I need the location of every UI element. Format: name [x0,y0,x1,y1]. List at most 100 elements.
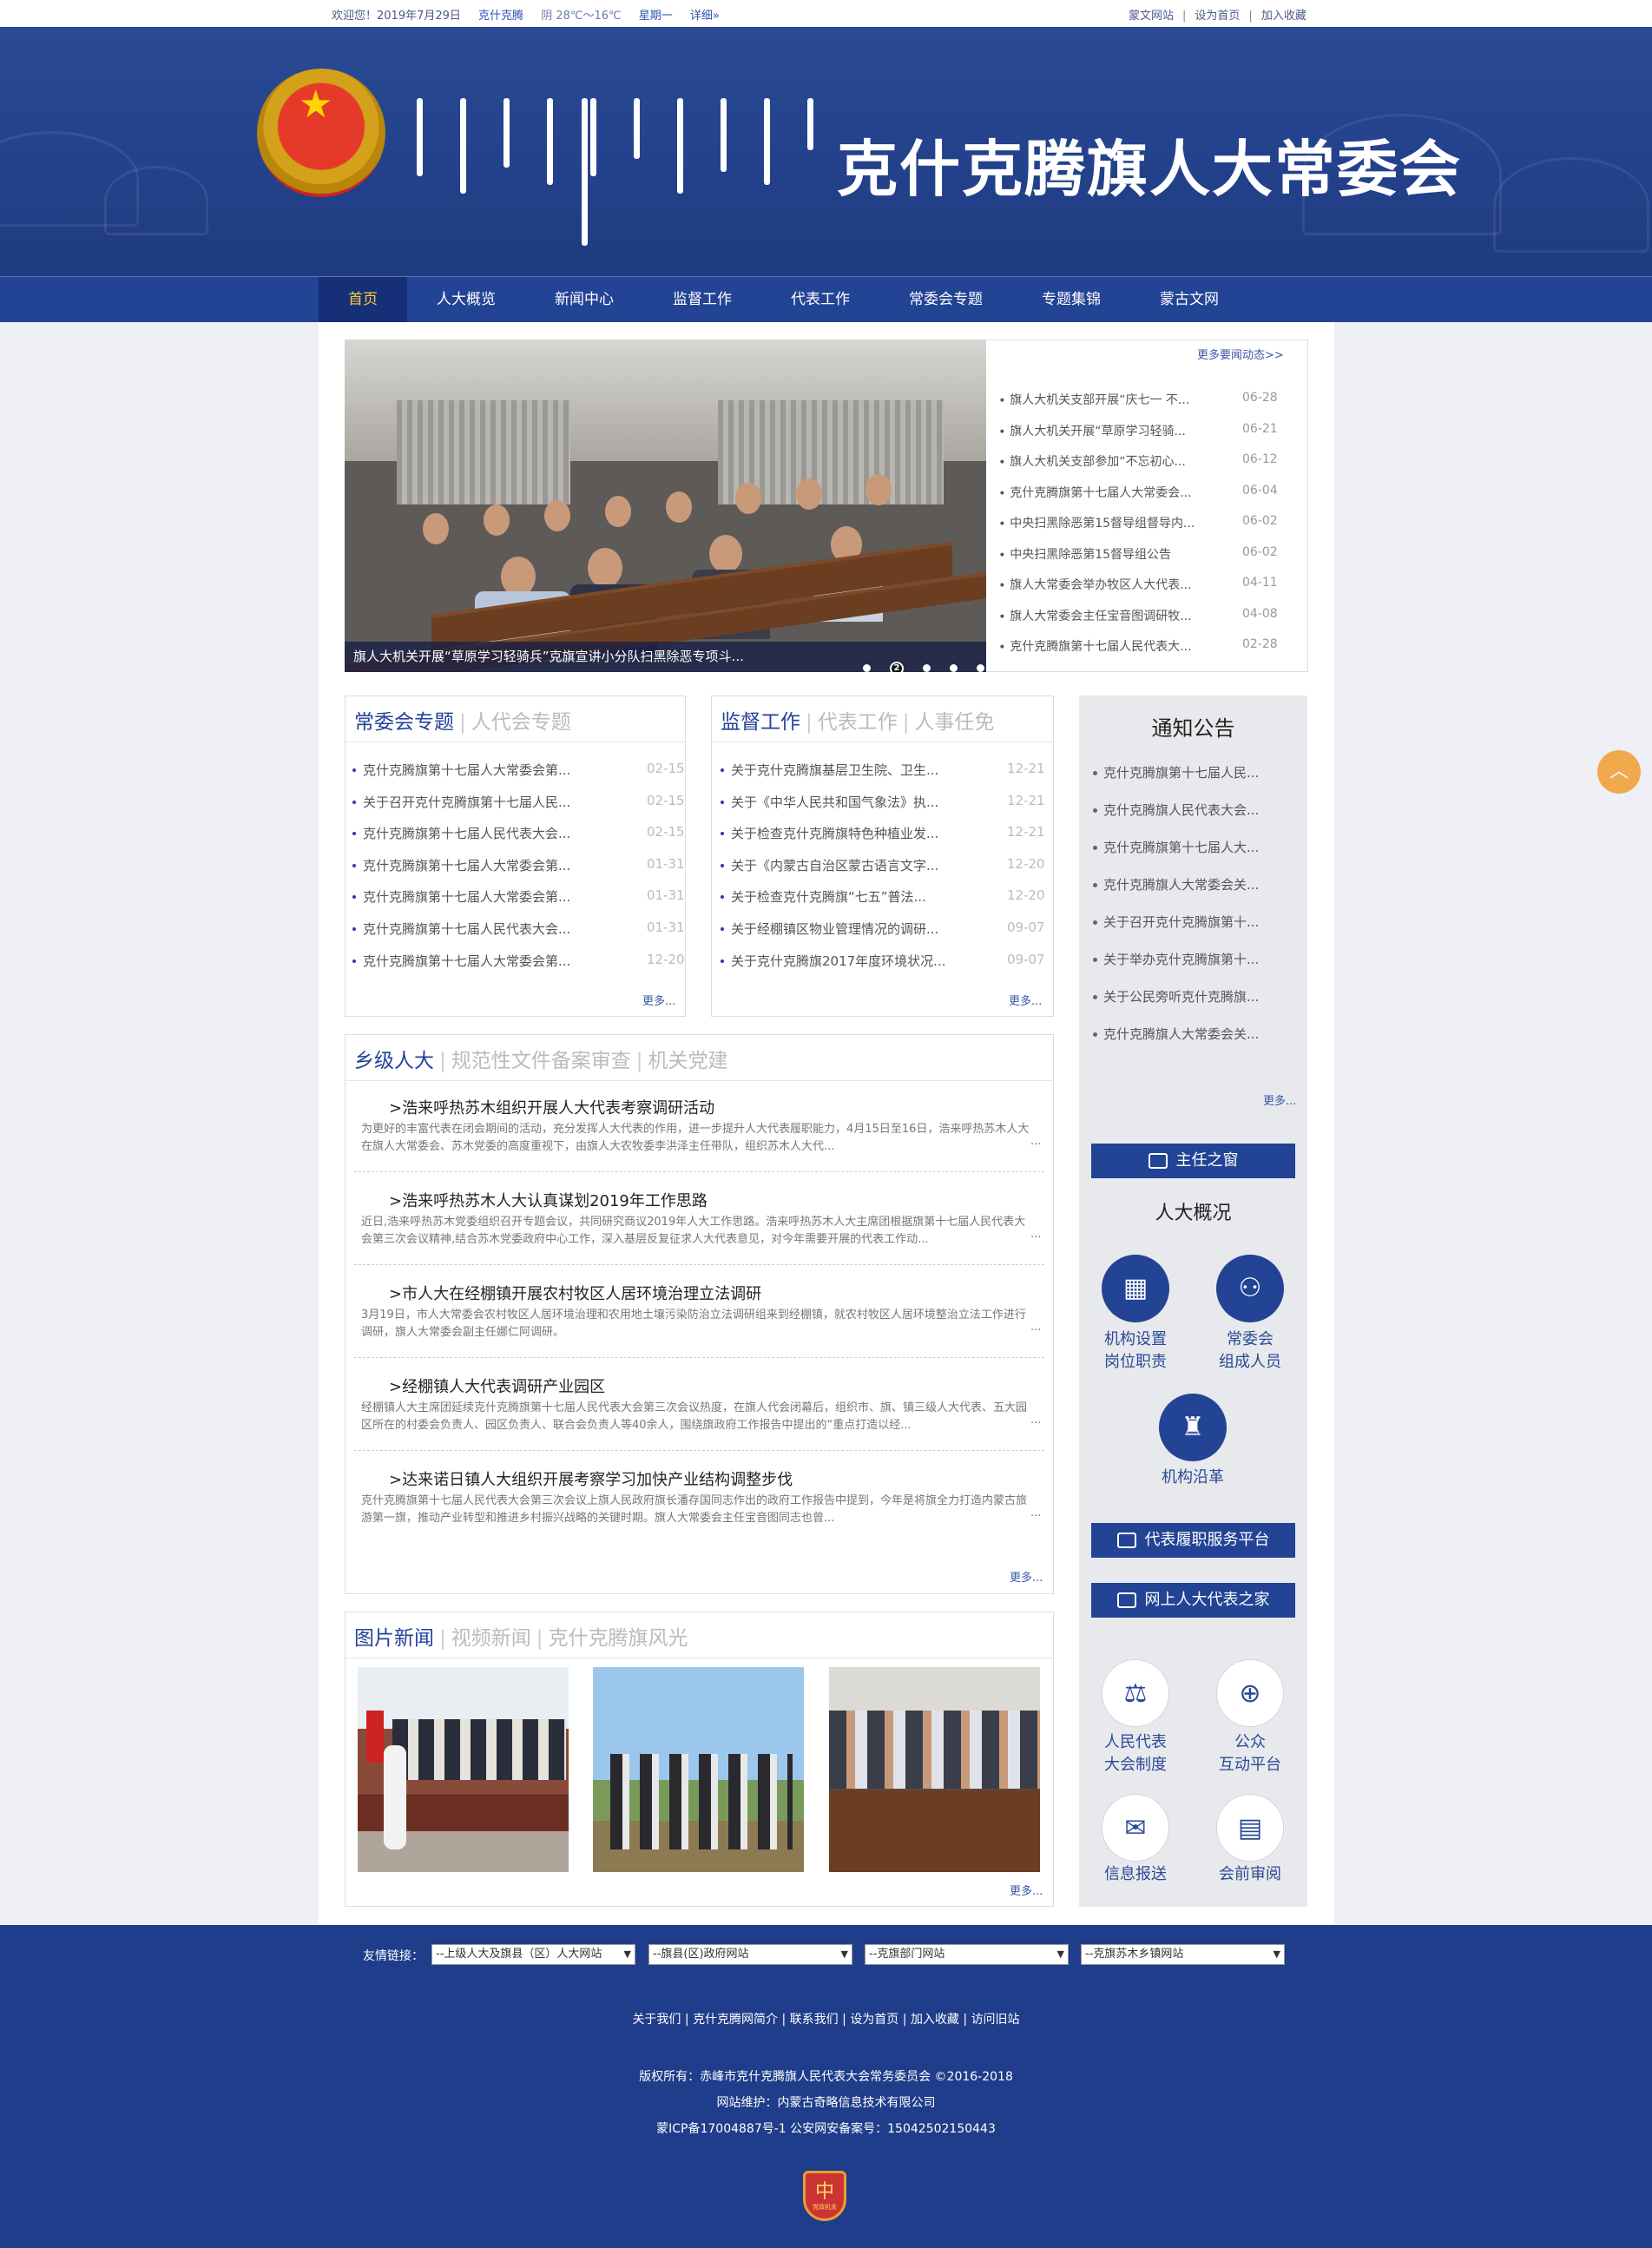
slider-dot[interactable] [863,664,871,672]
news-item[interactable]: ∙ 旗人大常委会举办牧区人大代表... 04-11 [998,576,1293,607]
congress-system-label[interactable]: 人民代表 大会制度 [1083,1731,1188,1777]
box1-more-link[interactable]: 更多... [642,992,675,1008]
footer-link[interactable]: 加入收藏 [911,2013,959,2027]
list-item[interactable]: 关于克什克腾旗2017年度环境状况... 09-07 [721,952,1046,984]
list-item-title[interactable]: 关于召开克什克腾旗第十七届人民... [363,793,570,811]
news-item-title[interactable]: ∙ 克什克腾旗第十七届人民代表大... [998,637,1192,655]
list-item-title[interactable]: 关于检查克什克腾旗特色种植业发... [731,824,938,842]
list-item-title[interactable]: 克什克腾旗第十七届人大常委会第... [363,856,570,874]
tab-party-building[interactable]: 机关党建 [648,1050,728,1072]
list-item[interactable]: 关于《中华人民共和国气象法》执... 12-21 [721,793,1046,825]
list-item-title[interactable]: 关于克什克腾旗2017年度环境状况... [731,952,945,970]
footer-link[interactable]: 关于我们 [632,2013,681,2027]
tab-representative-work[interactable]: 代表工作 [818,711,898,734]
township-news-title[interactable]: >浩来呼热苏木人大认真谋划2019年工作思路 [389,1189,708,1211]
box2-more-link[interactable]: 更多... [1009,992,1042,1008]
list-item[interactable]: 关于克什克腾旗基层卫生院、卫生... 12-21 [721,761,1046,793]
news-item-title[interactable]: ∙ 旗人大常委会主任宝音图调研牧... [998,607,1192,624]
list-item[interactable]: 关于检查克什克腾旗“七五”普法... 12-20 [721,887,1046,920]
news-item[interactable]: ∙ 中央扫黑除恶第15督导组公告 06-02 [998,545,1293,577]
mongol-site-link[interactable]: 蒙文网站 [1129,10,1174,23]
news-item-title[interactable]: ∙ 旗人大常委会举办牧区人大代表... [998,576,1192,593]
nav-item-special-collection[interactable]: 专题集锦 [1012,277,1130,323]
slider-dot[interactable] [950,664,958,672]
notice-item[interactable]: 关于举办克什克腾旗第十... [1093,950,1259,987]
favorite-link[interactable]: 加入收藏 [1261,10,1306,23]
list-item[interactable]: 克什克腾旗第十七届人大常委会第... 12-20 [352,952,685,984]
nav-item-supervision[interactable]: 监督工作 [643,277,761,323]
notice-item[interactable]: 克什克腾旗人民代表大会... [1093,801,1259,838]
list-item-title[interactable]: 关于经棚镇区物业管理情况的调研... [731,920,938,938]
nav-item-overview[interactable]: 人大概览 [407,277,525,323]
friend-link-select[interactable]: --旗县(区)政府网站 [648,1944,852,1965]
congress-system-icon[interactable]: ⚖ [1102,1659,1169,1727]
tab-normative-docs[interactable]: 规范性文件备案审查 [451,1050,631,1072]
history-icon[interactable]: ♜ [1159,1394,1227,1461]
list-item-title[interactable]: 克什克腾旗第十七届人大常委会第... [363,952,570,970]
friend-link-select[interactable]: --克旗苏木乡镇网站 [1081,1944,1285,1965]
tab-personnel[interactable]: 人事任免 [915,711,995,734]
weather-detail-link[interactable]: 详细» [690,10,720,23]
list-item-title[interactable]: 关于《中华人民共和国气象法》执... [731,793,938,811]
director-window-button[interactable]: 主任之窗 [1091,1144,1295,1178]
footer-link[interactable]: 联系我们 [790,2013,839,2027]
list-item-title[interactable]: 克什克腾旗第十七届人大常委会第... [363,887,570,906]
tab-scenery[interactable]: 克什克腾旗风光 [549,1627,688,1650]
slider-dot[interactable] [923,664,931,672]
township-news-title[interactable]: >达来诺日镇人大组织开展考察学习加快产业结构调整步伐 [389,1467,793,1490]
tab-supervision[interactable]: 监督工作 [721,711,800,734]
members-label[interactable]: 常委会 组成人员 [1198,1328,1302,1374]
public-platform-label[interactable]: 公众 互动平台 [1198,1731,1302,1777]
list-item-title[interactable]: 关于克什克腾旗基层卫生院、卫生... [731,761,938,779]
pre-review-icon[interactable]: ▤ [1216,1794,1284,1862]
photo-news-image[interactable] [358,1667,569,1872]
pre-review-label[interactable]: 会前审阅 [1198,1863,1302,1886]
list-item-title[interactable]: 克什克腾旗第十七届人大常委会第... [363,761,570,779]
friend-link-select[interactable]: --上级人大及旗县（区）人大网站 [431,1944,635,1965]
list-item[interactable]: 关于《内蒙古自治区蒙古语言文字... 12-20 [721,856,1046,888]
org-structure-label[interactable]: 机构设置 岗位职责 [1083,1328,1188,1374]
news-item[interactable]: ∙ 旗人大机关开展“草原学习轻骑... 06-21 [998,422,1293,453]
history-label[interactable]: 机构沿革 [1141,1467,1245,1489]
info-report-label[interactable]: 信息报送 [1083,1863,1188,1886]
news-item[interactable]: ∙ 克什克腾旗第十七届人大常委会... 06-04 [998,484,1293,515]
notice-item[interactable]: 克什克腾旗人大常委会关... [1093,1025,1259,1062]
notice-item[interactable]: 克什克腾旗第十七届人民... [1093,763,1259,801]
list-item[interactable]: 克什克腾旗第十七届人民代表大会... 02-15 [352,824,685,856]
nav-item-home[interactable]: 首页 [319,277,407,323]
duty-platform-button[interactable]: 代表履职服务平台 [1091,1523,1295,1558]
slide-caption-text[interactable]: 旗人大机关开展“草原学习轻骑兵”克旗宣讲小分队扫黑除恶专项斗... [353,649,744,664]
list-item[interactable]: 克什克腾旗第十七届人大常委会第... 02-15 [352,761,685,793]
tab-video-news[interactable]: 视频新闻 [451,1627,531,1650]
news-slider[interactable]: 旗人大机关开展“草原学习轻骑兵”克旗宣讲小分队扫黑除恶专项斗... 2 [345,340,986,672]
slide-caption[interactable]: 旗人大机关开展“草原学习轻骑兵”克旗宣讲小分队扫黑除恶专项斗... 2 [345,642,986,672]
notice-item[interactable]: 克什克腾旗第十七届人大... [1093,838,1259,875]
township-news-title[interactable]: >市人大在经棚镇开展农村牧区人居环境治理立法调研 [389,1282,761,1304]
members-icon[interactable]: ⚇ [1216,1255,1284,1322]
list-item[interactable]: 关于检查克什克腾旗特色种植业发... 12-21 [721,824,1046,856]
photo-news-image[interactable] [829,1667,1040,1872]
news-item-title[interactable]: ∙ 克什克腾旗第十七届人大常委会... [998,484,1192,501]
news-item-title[interactable]: ∙ 中央扫黑除恶第15督导组督导内... [998,514,1195,531]
list-item-title[interactable]: 关于检查克什克腾旗“七五”普法... [731,887,926,906]
list-item-title[interactable]: 关于《内蒙古自治区蒙古语言文字... [731,856,938,874]
photo-more-link[interactable]: 更多... [1010,1882,1043,1898]
footer-link[interactable]: 设为首页 [850,2013,898,2027]
info-report-icon[interactable]: ✉ [1102,1794,1169,1862]
nav-item-news-center[interactable]: 新闻中心 [525,277,643,323]
location-link[interactable]: 克什克腾 [478,10,523,23]
footer-link[interactable]: 访问旧站 [971,2013,1020,2027]
news-item[interactable]: ∙ 旗人大机关支部参加“不忘初心... 06-12 [998,452,1293,484]
nav-item-representatives[interactable]: 代表工作 [761,277,879,323]
township-news-title[interactable]: >浩来呼热苏木组织开展人大代表考察调研活动 [389,1096,714,1118]
slider-dot[interactable] [977,664,984,672]
tab-photo-news[interactable]: 图片新闻 [354,1627,434,1650]
news-item-title[interactable]: ∙ 旗人大机关支部开展“庆七一 不... [998,391,1189,408]
township-news-title[interactable]: >经棚镇人大代表调研产业园区 [389,1375,605,1397]
notice-item[interactable]: 关于召开克什克腾旗第十... [1093,913,1259,950]
tab-committee-topics[interactable]: 常委会专题 [354,711,454,734]
notice-more-link[interactable]: 更多... [1263,1091,1296,1108]
government-badge-icon[interactable]: 中党政机关 [803,2171,846,2221]
slider-dot-active[interactable]: 2 [890,661,904,672]
footer-link[interactable]: 克什克腾网简介 [693,2013,778,2027]
